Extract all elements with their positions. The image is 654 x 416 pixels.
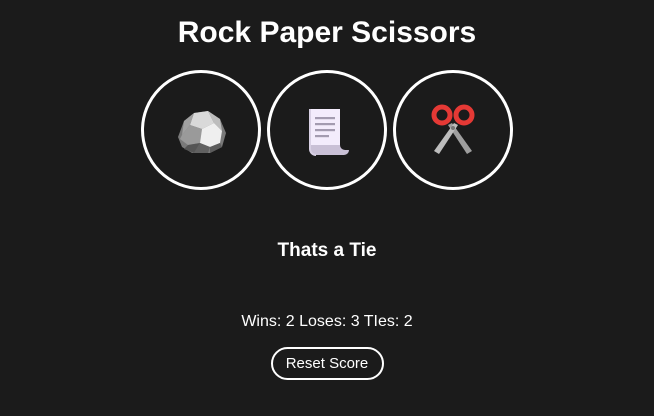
- game-page: Rock Paper Scissors Thats a Tie Wins: 2 …: [0, 0, 654, 416]
- page-title: Rock Paper Scissors: [177, 16, 477, 49]
- rock-icon: [178, 111, 226, 153]
- reset-score-button[interactable]: Reset Score: [270, 347, 384, 380]
- choice-buttons: [0, 70, 654, 190]
- reset-container: Reset Score: [0, 347, 654, 380]
- score-text: Wins: 2 Loses: 3 TIes: 2: [241, 313, 413, 330]
- paper-scroll-icon: [309, 109, 349, 156]
- paper-button[interactable]: [267, 70, 387, 190]
- rock-button[interactable]: [141, 70, 261, 190]
- result-message: Thats a Tie: [277, 240, 377, 261]
- scissors-icon: [431, 104, 475, 154]
- scissors-button[interactable]: [393, 70, 513, 190]
